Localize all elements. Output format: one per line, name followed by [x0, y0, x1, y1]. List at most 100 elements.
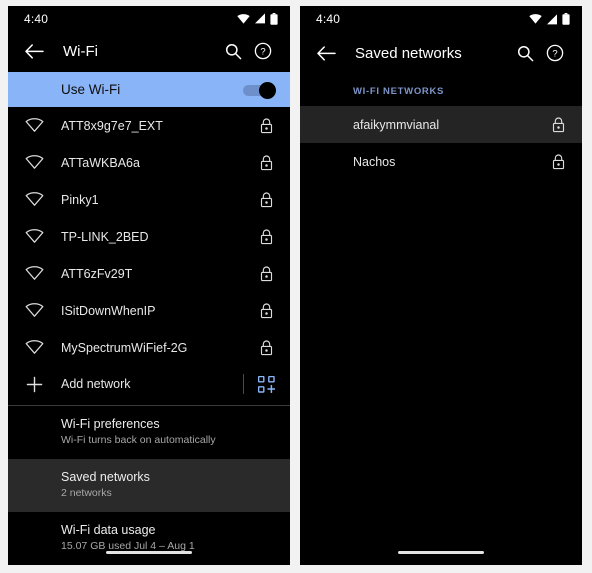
gesture-home-bar-right[interactable] [398, 551, 484, 554]
network-row[interactable]: MySpectrumWiFief-2G [8, 329, 290, 366]
gesture-home-bar[interactable] [106, 551, 192, 554]
available-networks-list: ATT8x9g7e7_EXT ATTaWKBA6a Pinky1 TP-LINK_2B… [8, 107, 290, 366]
battery-icon [562, 13, 570, 25]
lock-icon [260, 340, 273, 356]
add-network-label: Add network [61, 377, 243, 391]
preference-title: Wi-Fi preferences [61, 416, 276, 432]
signal-icon [546, 14, 558, 25]
lock-icon-wrap [256, 192, 276, 208]
navigation-bar-right [300, 539, 582, 565]
search-icon [517, 45, 534, 62]
network-name: MySpectrumWiFief-2G [61, 341, 256, 355]
vertical-divider [243, 374, 244, 394]
wifi-icon [237, 14, 250, 24]
lock-icon-wrap [256, 303, 276, 319]
network-name: ATT6zFv29T [61, 267, 256, 281]
wifi-signal-icon [25, 192, 44, 207]
svg-text:?: ? [260, 47, 265, 58]
help-button[interactable]: ? [248, 36, 278, 66]
network-row[interactable]: ATTaWKBA6a [8, 144, 290, 181]
switch-thumb [259, 82, 276, 99]
use-wifi-switch[interactable] [243, 82, 276, 97]
right-spacer [300, 180, 582, 565]
saved-network-name: Nachos [353, 155, 548, 169]
network-row[interactable]: ATT8x9g7e7_EXT [8, 107, 290, 144]
wifi-signal-icon-wrap [22, 155, 46, 170]
app-bar: Wi-Fi ? [8, 31, 290, 72]
search-button-right[interactable] [510, 38, 540, 68]
back-button-right[interactable] [313, 40, 339, 66]
network-name: ATTaWKBA6a [61, 156, 256, 170]
qr-scan-button[interactable] [256, 376, 276, 393]
wifi-signal-icon [25, 229, 44, 244]
add-network-row[interactable]: Add network [8, 366, 290, 402]
wifi-signal-icon-wrap [22, 266, 46, 281]
use-wifi-label: Use Wi-Fi [61, 82, 243, 97]
preference-title: Wi-Fi data usage [61, 522, 276, 538]
lock-icon [260, 266, 273, 282]
lock-icon-wrap [548, 117, 568, 133]
lock-icon-wrap [256, 155, 276, 171]
signal-icon [254, 13, 266, 24]
wifi-icon [529, 14, 542, 24]
wifi-signal-icon [25, 303, 44, 318]
lock-icon-wrap [256, 340, 276, 356]
search-button[interactable] [218, 36, 248, 66]
wifi-signal-icon [25, 155, 44, 170]
plus-icon [22, 376, 46, 393]
status-bar-icons-right [529, 13, 570, 25]
lock-icon-wrap [256, 118, 276, 134]
saved-network-row[interactable]: Nachos [300, 143, 582, 180]
lock-icon [552, 117, 565, 133]
network-row[interactable]: TP-LINK_2BED [8, 218, 290, 255]
preference-subtitle: 2 networks [61, 486, 276, 501]
help-button-right[interactable]: ? [540, 38, 570, 68]
wifi-signal-icon-wrap [22, 118, 46, 133]
back-arrow-icon [25, 44, 44, 59]
help-icon: ? [254, 42, 272, 60]
network-row[interactable]: ISitDownWhenIP [8, 292, 290, 329]
preference-row[interactable]: Saved networks2 networks [8, 459, 290, 512]
wifi-signal-icon-wrap [22, 192, 46, 207]
network-name: TP-LINK_2BED [61, 230, 256, 244]
saved-network-name: afaikymmvianal [353, 118, 548, 132]
preference-subtitle: Wi-Fi turns back on automatically [61, 433, 276, 448]
saved-network-row[interactable]: afaikymmvianal [300, 106, 582, 143]
page-title-right: Saved networks [355, 45, 510, 62]
app-bar-right: Saved networks ? [300, 32, 582, 74]
use-wifi-toggle-row[interactable]: Use Wi-Fi [8, 72, 290, 108]
status-bar-clock-right: 4:40 [316, 12, 340, 26]
screenshot-stage: 4:40 [0, 0, 592, 573]
lock-icon-wrap [548, 154, 568, 170]
status-bar-right: 4:40 [300, 6, 582, 32]
wifi-signal-icon [25, 266, 44, 281]
wifi-signal-icon [25, 118, 44, 133]
wifi-signal-icon [25, 340, 44, 355]
back-arrow-icon [317, 46, 336, 61]
navigation-bar [8, 539, 290, 565]
wifi-signal-icon-wrap [22, 303, 46, 318]
left-phone-screen: 4:40 [8, 6, 290, 565]
status-bar: 4:40 [8, 6, 290, 31]
lock-icon-wrap [256, 266, 276, 282]
network-name: ATT8x9g7e7_EXT [61, 119, 256, 133]
right-phone-screen: 4:40 [300, 6, 582, 565]
preference-row[interactable]: Wi-Fi preferencesWi-Fi turns back on aut… [8, 406, 290, 459]
lock-icon [552, 154, 565, 170]
network-name: ISitDownWhenIP [61, 304, 256, 318]
section-header-wifi-networks: WI-FI NETWORKS [300, 74, 582, 106]
lock-icon [260, 192, 273, 208]
page-title: Wi-Fi [63, 43, 218, 60]
status-bar-icons [237, 13, 278, 25]
network-row[interactable]: Pinky1 [8, 181, 290, 218]
back-button[interactable] [21, 38, 47, 64]
status-bar-clock: 4:40 [24, 12, 48, 26]
saved-networks-list: afaikymmvianal Nachos [300, 106, 582, 180]
qr-scan-icon [258, 376, 275, 393]
preference-title: Saved networks [61, 469, 276, 485]
lock-icon [260, 229, 273, 245]
network-row[interactable]: ATT6zFv29T [8, 255, 290, 292]
lock-icon [260, 303, 273, 319]
search-icon [225, 43, 242, 60]
svg-text:?: ? [552, 49, 557, 60]
